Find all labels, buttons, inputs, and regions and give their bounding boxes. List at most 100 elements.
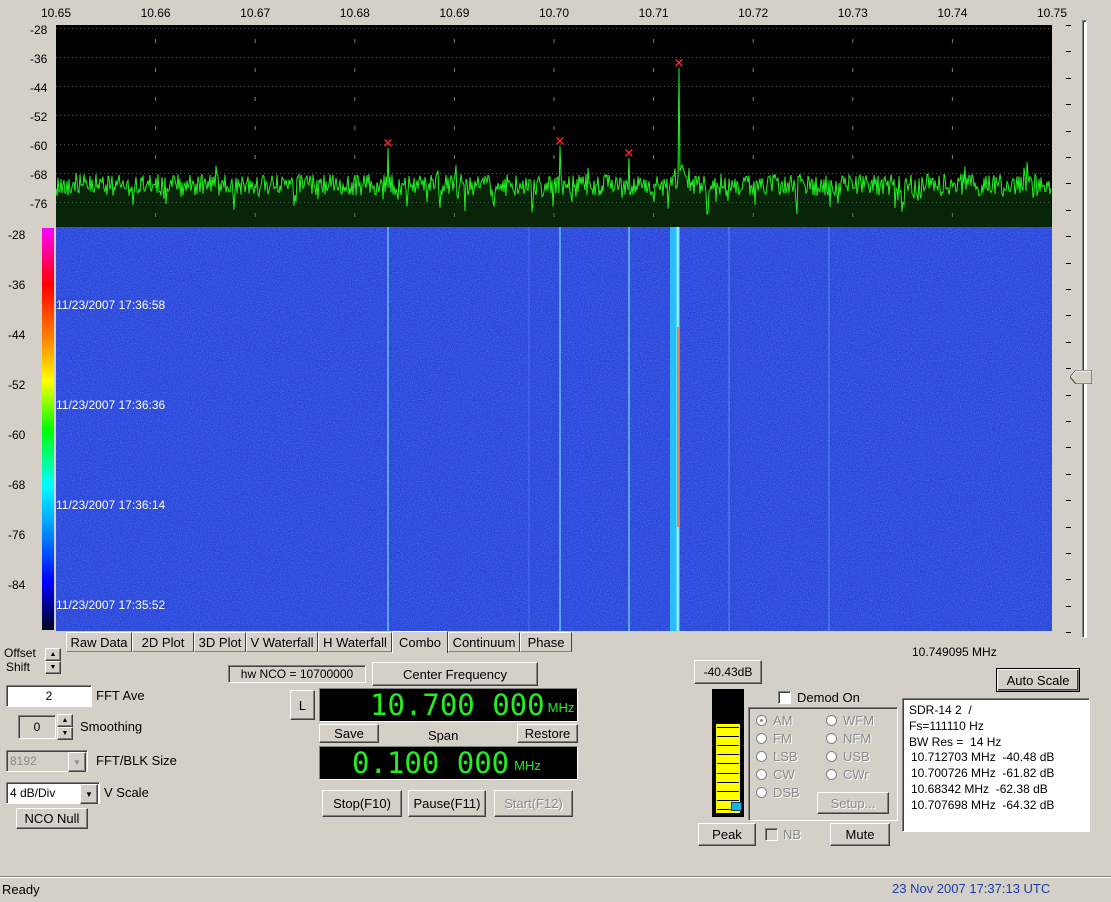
- checkbox-icon[interactable]: [778, 691, 791, 704]
- span-unit: MHz: [514, 757, 541, 773]
- signal-level-readout: -40.43dB: [694, 660, 762, 684]
- radio-label: NFM: [843, 731, 872, 746]
- span-display[interactable]: 0.100 000 MHz: [319, 746, 578, 780]
- waterfall-strong-signal: [677, 327, 679, 527]
- vscale-label: V Scale: [104, 785, 149, 800]
- checkbox-icon[interactable]: [765, 828, 778, 841]
- radio-am[interactable]: AM: [756, 713, 793, 728]
- meter-tick: [717, 772, 739, 774]
- tab-v-waterfall[interactable]: V Waterfall: [246, 632, 318, 652]
- x-tick-label: 10.67: [240, 6, 271, 20]
- spin-up-icon[interactable]: ▲: [57, 714, 73, 727]
- save-button[interactable]: Save: [319, 724, 379, 743]
- spin-down-icon[interactable]: ▼: [45, 661, 61, 674]
- shift-label: Shift: [6, 660, 31, 674]
- tab-h-waterfall[interactable]: H Waterfall: [318, 632, 392, 652]
- radio-cw[interactable]: CW: [756, 767, 795, 782]
- spin-down-icon[interactable]: ▼: [57, 727, 73, 740]
- radio-fm[interactable]: FM: [756, 731, 792, 746]
- radio-usb[interactable]: USB: [826, 749, 870, 764]
- start-button[interactable]: Start(F12): [494, 790, 573, 817]
- cursor-frequency: 10.749095 MHz: [912, 645, 997, 659]
- fft-blk-select[interactable]: 8192 ▼: [6, 750, 88, 772]
- radio-icon[interactable]: [826, 751, 837, 762]
- radio-label: AM: [773, 713, 793, 728]
- tab-continuum[interactable]: Continuum: [448, 632, 520, 652]
- chevron-down-icon[interactable]: ▼: [68, 752, 86, 772]
- scale-tick: [1066, 157, 1071, 158]
- peak-button[interactable]: Peak: [698, 823, 756, 846]
- y-tick-label: -68: [30, 168, 48, 182]
- setup-button[interactable]: Setup...: [817, 792, 889, 814]
- nco-null-button[interactable]: NCO Null: [16, 808, 88, 829]
- radio-icon[interactable]: [756, 715, 767, 726]
- radio-icon[interactable]: [756, 733, 767, 744]
- chevron-down-icon[interactable]: ▼: [80, 784, 98, 804]
- waterfall-canvas: [56, 227, 1052, 631]
- frequency-display[interactable]: 10.700 000 MHz: [319, 688, 578, 722]
- waterfall-signal-line: [628, 227, 630, 631]
- vscale-select[interactable]: 4 dB/Div ▼: [6, 782, 100, 804]
- tab-combo[interactable]: Combo: [392, 631, 448, 653]
- x-tick-label: 10.73: [837, 6, 868, 20]
- radio-icon[interactable]: [756, 751, 767, 762]
- peak-marker-icon: ×: [383, 136, 394, 151]
- y-tick-label: -76: [8, 528, 26, 542]
- scale-tick: [1066, 473, 1071, 475]
- smoothing-input[interactable]: 0: [18, 715, 56, 739]
- spin-up-icon[interactable]: ▲: [45, 648, 61, 661]
- mute-button[interactable]: Mute: [830, 823, 890, 846]
- waterfall-display[interactable]: [56, 227, 1052, 631]
- frequency-unit: MHz: [547, 699, 575, 715]
- waterfall-noise: [56, 227, 1052, 631]
- smoothing-label: Smoothing: [80, 719, 143, 734]
- peak-marker-icon: ×: [555, 134, 566, 149]
- info-line: BW Res = 14 Hz: [909, 735, 1002, 749]
- auto-scale-button[interactable]: Auto Scale: [996, 668, 1080, 692]
- scale-tick: [1066, 526, 1071, 528]
- info-panel: SDR-14 2 / Fs=111110 Hz BW Res = 14 Hz 10.…: [902, 698, 1090, 832]
- tab-2d-plot[interactable]: 2D Plot: [132, 632, 194, 652]
- smoothing-spinner[interactable]: ▲ ▼: [57, 714, 73, 740]
- scale-tick: [1066, 289, 1071, 290]
- radio-icon[interactable]: [826, 733, 837, 744]
- tab-3d-plot[interactable]: 3D Plot: [194, 632, 246, 652]
- radio-icon[interactable]: [826, 715, 837, 726]
- restore-button[interactable]: Restore: [517, 724, 578, 743]
- radio-nfm[interactable]: NFM: [826, 731, 871, 746]
- vertical-slider-thumb[interactable]: [1069, 369, 1093, 385]
- y-tick-label: -28: [30, 23, 48, 37]
- radio-icon[interactable]: [826, 769, 837, 780]
- tab-phase[interactable]: Phase: [520, 632, 572, 652]
- tab-raw-data[interactable]: Raw Data: [66, 632, 132, 652]
- meter-tick: [717, 745, 739, 746]
- radio-wfm[interactable]: WFM: [826, 713, 874, 728]
- y-tick-label: -52: [8, 378, 26, 392]
- x-tick-label: 10.75: [1036, 6, 1068, 20]
- fft-ave-input[interactable]: 2: [6, 685, 92, 707]
- span-value: 0.100 000: [352, 746, 510, 780]
- pause-button[interactable]: Pause(F11): [408, 790, 486, 817]
- radio-lsb[interactable]: LSB: [756, 749, 798, 764]
- nb-checkbox[interactable]: NB: [765, 827, 801, 842]
- center-frequency-button[interactable]: Center Frequency: [372, 662, 538, 686]
- radio-cwr[interactable]: CWr: [826, 767, 869, 782]
- y-tick-label: -44: [8, 328, 26, 342]
- radio-icon[interactable]: [756, 769, 767, 780]
- x-tick-label: 10.72: [738, 6, 769, 20]
- y-tick-label: -60: [30, 139, 48, 153]
- spectrum-plot[interactable]: × × × ×: [55, 25, 1052, 227]
- scale-tick: [1066, 262, 1071, 264]
- radio-dsb[interactable]: DSB: [756, 785, 800, 800]
- status-text: Ready: [2, 882, 40, 897]
- scale-tick: [1066, 579, 1071, 581]
- peak-list-item: 10.700726 MHz -61.82 dB: [911, 766, 1055, 780]
- l-button[interactable]: L: [290, 690, 315, 720]
- demod-on-checkbox[interactable]: Demod On: [778, 690, 860, 705]
- scale-tick: [1066, 51, 1071, 53]
- vertical-slider-track[interactable]: [1082, 20, 1087, 638]
- scale-tick: [1066, 421, 1071, 422]
- stop-button[interactable]: Stop(F10): [322, 790, 402, 817]
- radio-icon[interactable]: [756, 787, 767, 798]
- offset-shift-spinner[interactable]: ▲ ▼: [45, 648, 61, 674]
